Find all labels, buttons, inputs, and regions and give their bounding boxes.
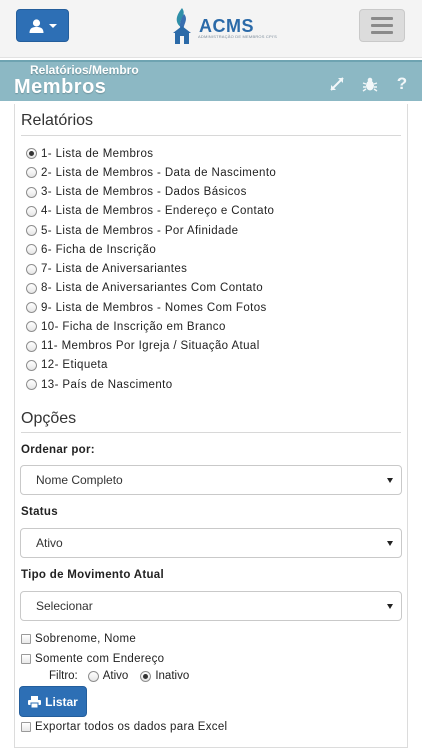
- surname-first-checkbox[interactable]: Sobrenome, Nome: [21, 633, 136, 645]
- report-option[interactable]: 8- Lista de Aniversariantes Com Contato: [26, 279, 401, 298]
- report-option-label: 7- Lista de Aniversariantes: [41, 263, 188, 276]
- hamburger-menu-button[interactable]: [359, 9, 405, 42]
- report-option-label: 5- Lista de Membros - Por Afinidade: [41, 224, 239, 237]
- report-option[interactable]: 10- Ficha de Inscrição em Branco: [26, 317, 401, 336]
- status-label: Status: [21, 506, 58, 518]
- report-option-label: 11- Membros Por Igreja / Situação Atual: [41, 340, 260, 353]
- report-option-label: 13- País de Nascimento: [41, 378, 173, 391]
- report-option-radio[interactable]: [26, 263, 37, 275]
- app-logo[interactable]: ACMS: [168, 4, 254, 48]
- report-option-radio[interactable]: [26, 379, 37, 391]
- report-option-radio[interactable]: [26, 340, 37, 352]
- options-section-title: Opções: [21, 410, 77, 427]
- report-option-label: 10- Ficha de Inscrição em Branco: [41, 320, 226, 333]
- dropdown-arrow-icon: [387, 478, 393, 483]
- report-option-label: 1- Lista de Membros: [41, 147, 154, 160]
- filter-row: Filtro: Ativo Inativo: [49, 670, 189, 682]
- list-button-label: Listar: [45, 694, 78, 709]
- report-option-radio[interactable]: [26, 321, 37, 333]
- report-option[interactable]: 1- Lista de Membros: [26, 144, 401, 163]
- report-option[interactable]: 12- Etiqueta: [26, 356, 401, 375]
- bug-icon[interactable]: [361, 75, 379, 93]
- logo-subtitle: ADMINISTRAÇÃO DE MEMBROS CPI'S: [198, 34, 277, 39]
- help-icon[interactable]: ?: [393, 74, 411, 93]
- breadcrumb: Relatórios/Membro: [30, 63, 139, 77]
- filter-label: Filtro:: [49, 670, 78, 682]
- report-option-label: 3- Lista de Membros - Dados Básicos: [41, 186, 247, 199]
- only-with-address-checkbox[interactable]: Somente com Endereço: [21, 653, 164, 665]
- report-option[interactable]: 6- Ficha de Inscrição: [26, 240, 401, 259]
- checkbox-box[interactable]: [21, 654, 31, 664]
- report-option-label: 9- Lista de Membros - Nomes Com Fotos: [41, 301, 267, 314]
- report-option-radio[interactable]: [26, 148, 37, 160]
- report-option-radio[interactable]: [26, 167, 37, 179]
- status-select[interactable]: Ativo: [20, 528, 402, 558]
- order-by-label: Ordenar por:: [21, 444, 95, 456]
- report-option-label: 4- Lista de Membros - Endereço e Contato: [41, 205, 275, 218]
- report-options-list: 1- Lista de Membros 2- Lista de Membros -…: [26, 144, 401, 394]
- page-title: Membros: [14, 76, 107, 98]
- report-form-panel: Relatórios 1- Lista de Membros 2- Lista d…: [14, 104, 408, 748]
- checkbox-box[interactable]: [21, 634, 31, 644]
- report-option[interactable]: 7- Lista de Aniversariantes: [26, 260, 401, 279]
- dropdown-arrow-icon: [387, 604, 393, 609]
- page-header: Relatórios/Membro Membros ?: [0, 60, 422, 101]
- report-option-radio[interactable]: [26, 225, 37, 237]
- report-option-radio[interactable]: [26, 205, 37, 217]
- report-option[interactable]: 2- Lista de Membros - Data de Nascimento: [26, 163, 401, 182]
- filter-inactive-radio[interactable]: [140, 670, 152, 682]
- report-option-label: 2- Lista de Membros - Data de Nascimento: [41, 166, 277, 179]
- report-option-label: 8- Lista de Aniversariantes Com Contato: [41, 282, 264, 295]
- reports-section-title: Relatórios: [21, 112, 94, 129]
- report-option[interactable]: 5- Lista de Membros - Por Afinidade: [26, 221, 401, 240]
- checkbox-box[interactable]: [21, 722, 31, 732]
- section-divider: [21, 432, 401, 433]
- order-by-select[interactable]: Nome Completo: [20, 465, 402, 495]
- report-option[interactable]: 11- Membros Por Igreja / Situação Atual: [26, 337, 401, 356]
- report-option-radio[interactable]: [26, 282, 37, 294]
- hamburger-line: [371, 17, 393, 20]
- export-excel-label: Exportar todos os dados para Excel: [35, 721, 228, 733]
- top-navbar: ACMS ADMINISTRAÇÃO DE MEMBROS CPI'S: [0, 0, 422, 58]
- hamburger-line: [371, 24, 393, 27]
- report-option[interactable]: 3- Lista de Membros - Dados Básicos: [26, 183, 401, 202]
- report-option-radio[interactable]: [26, 302, 37, 314]
- chevron-down-icon: [48, 23, 57, 28]
- filter-active-radio[interactable]: [87, 670, 99, 682]
- report-option[interactable]: 13- País de Nascimento: [26, 375, 401, 394]
- filter-active-label: Ativo: [102, 670, 129, 682]
- user-menu-button[interactable]: [16, 9, 69, 42]
- report-option-label: 12- Etiqueta: [41, 359, 108, 372]
- report-option-label: 6- Ficha de Inscrição: [41, 243, 157, 256]
- expand-icon[interactable]: [328, 75, 346, 93]
- report-option[interactable]: 9- Lista de Membros - Nomes Com Fotos: [26, 298, 401, 317]
- movement-type-select[interactable]: Selecionar: [20, 591, 402, 621]
- hamburger-line: [371, 31, 393, 34]
- only-with-address-label: Somente com Endereço: [35, 653, 165, 665]
- surname-first-label: Sobrenome, Nome: [35, 633, 137, 645]
- filter-inactive-label: Inativo: [155, 670, 190, 682]
- section-divider: [21, 135, 401, 136]
- export-excel-checkbox[interactable]: Exportar todos os dados para Excel: [21, 721, 227, 733]
- logo-flame-icon: [173, 8, 191, 44]
- order-by-value: Nome Completo: [36, 473, 123, 487]
- status-value: Ativo: [36, 536, 63, 550]
- movement-type-value: Selecionar: [36, 599, 93, 613]
- print-icon: [28, 695, 42, 708]
- report-option-radio[interactable]: [26, 359, 37, 371]
- user-icon: [29, 18, 43, 33]
- movement-type-label: Tipo de Movimento Atual: [21, 569, 164, 581]
- dropdown-arrow-icon: [387, 541, 393, 546]
- report-option-radio[interactable]: [26, 186, 37, 198]
- report-option[interactable]: 4- Lista de Membros - Endereço e Contato: [26, 202, 401, 221]
- report-option-radio[interactable]: [26, 244, 37, 256]
- list-button[interactable]: Listar: [19, 686, 87, 717]
